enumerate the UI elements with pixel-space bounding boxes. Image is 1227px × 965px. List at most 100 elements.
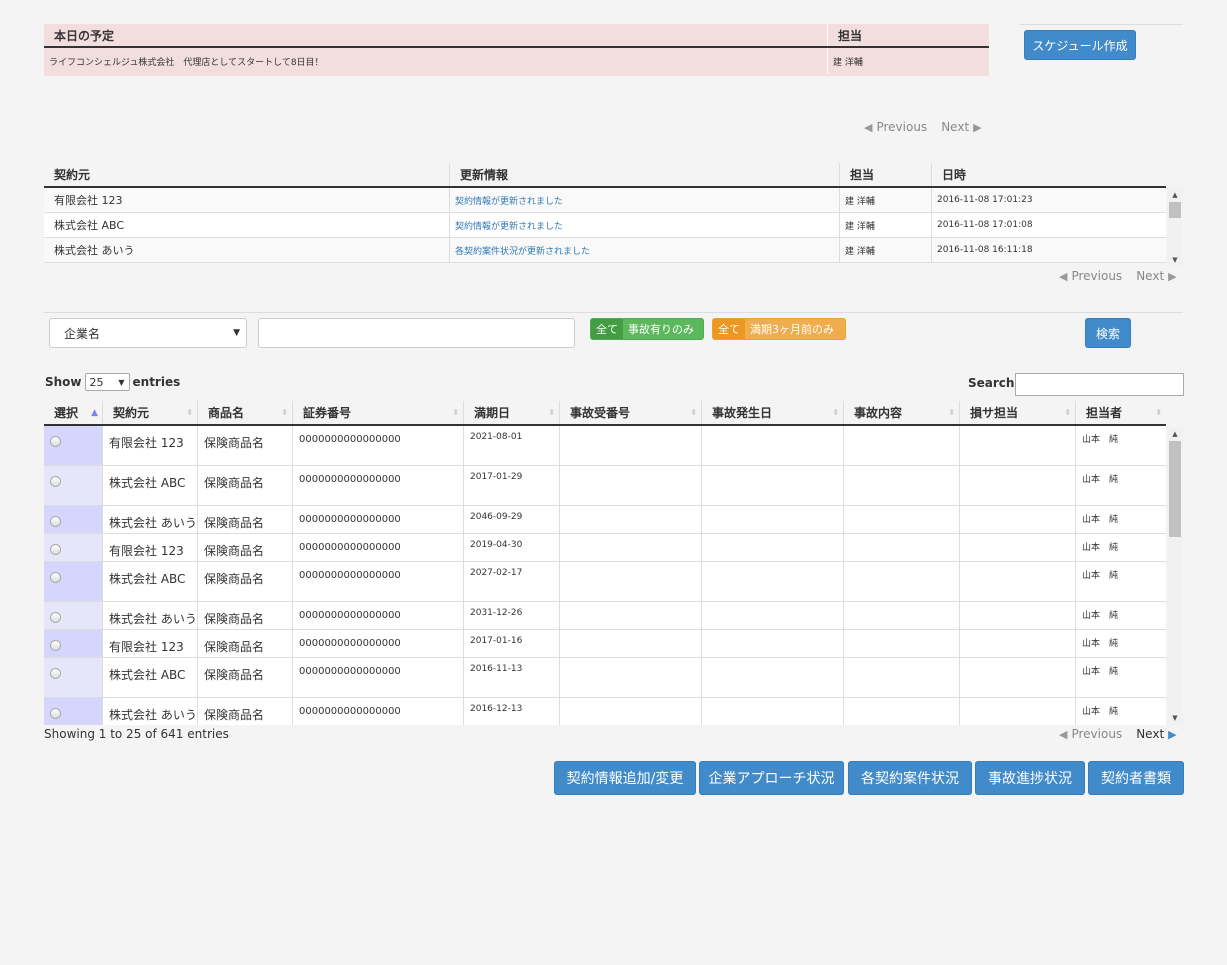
scroll-thumb[interactable] (1169, 441, 1181, 537)
accident-progress-button[interactable]: 事故進捗状況 (975, 761, 1085, 795)
cell-accident-no (559, 562, 701, 601)
table-row[interactable]: 有限会社 123 保険商品名 0000000000000000 2019-04-30 山… (44, 534, 1166, 562)
row-select-cell[interactable] (44, 698, 102, 725)
updates-scrollbar[interactable]: ▲ ▼ (1167, 188, 1183, 267)
table-search-input[interactable] (1015, 373, 1184, 396)
row-select-cell[interactable] (44, 602, 102, 629)
table-row[interactable]: 有限会社 123 保険商品名 0000000000000000 2021-08-01 山… (44, 426, 1166, 466)
search-button[interactable]: 検索 (1085, 318, 1131, 348)
scroll-up-icon[interactable]: ▲ (1167, 427, 1183, 441)
col-expiry[interactable]: 満期日 ⬍ (463, 401, 559, 424)
contracts-pager: ◀ Previous Next ▶ (1059, 727, 1177, 741)
cell-product: 保険商品名 (197, 466, 292, 505)
contract-status-button[interactable]: 各契約案件状況 (848, 761, 972, 795)
table-row[interactable]: 株式会社 あいう 保険商品名 0000000000000000 2031-12-26 山… (44, 602, 1166, 630)
col-select[interactable]: 選択 ▲ (44, 401, 102, 424)
previous-arrow-icon[interactable]: ◀ (1059, 270, 1067, 283)
expiry-toggle-only[interactable]: 満期3ヶ月前のみ (745, 319, 839, 339)
cell-accident-no (559, 630, 701, 657)
row-radio[interactable] (50, 668, 61, 679)
update-info-link[interactable]: 契約情報が更新されました (455, 219, 563, 232)
contractor-docs-button[interactable]: 契約者書類 (1088, 761, 1184, 795)
row-radio[interactable] (50, 436, 61, 447)
previous-arrow-icon[interactable]: ◀ (864, 121, 872, 134)
col-policy[interactable]: 証券番号 ⬍ (292, 401, 463, 424)
accident-toggle-only[interactable]: 事故有りのみ (623, 319, 699, 339)
cell-accident-date (701, 562, 843, 601)
previous-link[interactable]: Previous (1071, 269, 1122, 283)
accident-toggle[interactable]: 全て 事故有りのみ (590, 318, 704, 340)
table-row[interactable]: 株式会社 あいう 保険商品名 0000000000000000 2016-12-13 山… (44, 698, 1166, 725)
row-select-cell[interactable] (44, 426, 102, 465)
table-row[interactable]: 有限会社 123 保険商品名 0000000000000000 2017-01-16 山… (44, 630, 1166, 658)
row-radio[interactable] (50, 516, 61, 527)
scroll-up-icon[interactable]: ▲ (1167, 188, 1183, 202)
contract-edit-button[interactable]: 契約情報追加/変更 (554, 761, 696, 795)
scroll-thumb[interactable] (1169, 202, 1181, 218)
row-radio[interactable] (50, 544, 61, 555)
cell-accident-detail (843, 698, 959, 725)
row-radio[interactable] (50, 640, 61, 651)
row-radio[interactable] (50, 708, 61, 719)
divider (44, 312, 1183, 313)
previous-arrow-icon[interactable]: ◀ (1059, 728, 1067, 741)
col-product-label: 商品名 (208, 406, 245, 420)
update-info-link[interactable]: 各契約案件状況が更新されました (455, 244, 590, 257)
create-schedule-button[interactable]: スケジュール作成 (1024, 30, 1136, 60)
col-staff[interactable]: 担当者 ⬍ (1075, 401, 1166, 424)
row-select-cell[interactable] (44, 506, 102, 533)
next-arrow-icon[interactable]: ▶ (973, 121, 981, 134)
cell-staff: 山本 純 (1075, 506, 1166, 533)
table-row[interactable]: 株式会社 ABC 保険商品名 0000000000000000 2017-01-29 山… (44, 466, 1166, 506)
col-accident-date[interactable]: 事故発生日 ⬍ (701, 401, 843, 424)
row-select-cell[interactable] (44, 534, 102, 561)
update-info-link[interactable]: 契約情報が更新されました (455, 194, 563, 207)
cell-product: 保険商品名 (197, 602, 292, 629)
field-select[interactable]: 企業名 ▼ (49, 318, 247, 348)
contracts-scrollbar[interactable]: ▲ ▼ (1167, 427, 1183, 725)
row-select-cell[interactable] (44, 466, 102, 505)
col-accident-no[interactable]: 事故受番号 ⬍ (559, 401, 701, 424)
table-row[interactable]: 株式会社 ABC 保険商品名 0000000000000000 2027-02-17 山… (44, 562, 1166, 602)
row-select-cell[interactable] (44, 562, 102, 601)
col-claims-staff[interactable]: 損サ担当 ⬍ (959, 401, 1075, 424)
expiry-toggle-all[interactable]: 全て (713, 319, 745, 339)
row-select-cell[interactable] (44, 658, 102, 697)
col-company[interactable]: 契約元 ⬍ (102, 401, 197, 424)
sort-icon: ⬍ (452, 408, 459, 417)
cell-product: 保険商品名 (197, 426, 292, 465)
next-arrow-icon[interactable]: ▶ (1168, 728, 1176, 741)
scroll-down-icon[interactable]: ▼ (1167, 711, 1183, 725)
cell-accident-no (559, 534, 701, 561)
sort-icon: ⬍ (832, 408, 839, 417)
row-radio[interactable] (50, 612, 61, 623)
row-radio[interactable] (50, 476, 61, 487)
cell-accident-detail (843, 658, 959, 697)
next-link[interactable]: Next (1136, 727, 1164, 741)
keyword-input[interactable] (258, 318, 575, 348)
cell-accident-no (559, 602, 701, 629)
table-row[interactable]: 株式会社 ABC 保険商品名 0000000000000000 2016-11-13 山… (44, 658, 1166, 698)
row-select-cell[interactable] (44, 630, 102, 657)
approach-status-button[interactable]: 企業アプローチ状況 (699, 761, 844, 795)
expiry-toggle[interactable]: 全て 満期3ヶ月前のみ (712, 318, 846, 340)
col-product[interactable]: 商品名 ⬍ (197, 401, 292, 424)
col-staff: 担当 (839, 163, 931, 186)
cell-claims-staff (959, 562, 1075, 601)
cell-company: 株式会社 あいう (102, 506, 197, 533)
previous-link[interactable]: Previous (1071, 727, 1122, 741)
row-radio[interactable] (50, 572, 61, 583)
next-link[interactable]: Next (1136, 269, 1164, 283)
col-accident-detail[interactable]: 事故内容 ⬍ (843, 401, 959, 424)
table-row[interactable]: 株式会社 あいう 保険商品名 0000000000000000 2046-09-29 山… (44, 506, 1166, 534)
entries-length: Show 25 ▼ entries (45, 373, 180, 391)
accident-toggle-all[interactable]: 全て (591, 319, 623, 339)
cell-product: 保険商品名 (197, 562, 292, 601)
entries-select[interactable]: 25 ▼ (84, 373, 130, 391)
previous-link[interactable]: Previous (876, 120, 927, 134)
cell-product: 保険商品名 (197, 658, 292, 697)
next-link[interactable]: Next (941, 120, 969, 134)
scroll-down-icon[interactable]: ▼ (1167, 253, 1183, 267)
cell-company: 株式会社 ABC (102, 466, 197, 505)
next-arrow-icon[interactable]: ▶ (1168, 270, 1176, 283)
